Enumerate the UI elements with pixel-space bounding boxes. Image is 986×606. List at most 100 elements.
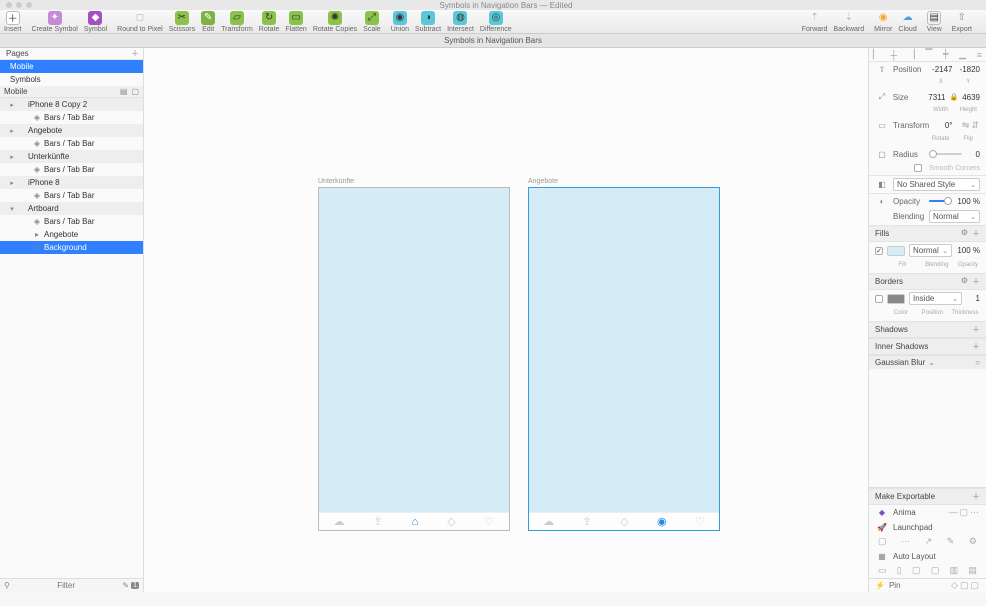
difference-button[interactable]: ◎ Difference	[480, 11, 512, 33]
page-item-symbols[interactable]: Symbols	[0, 73, 143, 86]
autolayout-row[interactable]: ▦Auto Layout	[869, 549, 986, 563]
blur-toggle-icon[interactable]: ○	[975, 358, 980, 367]
style-icon[interactable]: ◧	[875, 180, 889, 189]
border-settings-icon[interactable]: ⚙	[961, 276, 968, 287]
opacity-slider[interactable]	[929, 200, 952, 202]
layer-item[interactable]: ▭Background	[0, 241, 143, 254]
pin-row[interactable]: ⚡Pin◇▢▢	[869, 578, 986, 592]
layer-artboard[interactable]: ▸Unterkünfte	[0, 150, 143, 163]
layer-item[interactable]: ◈Bars / Tab Bar	[0, 189, 143, 202]
subtract-button[interactable]: ◑ Subtract	[415, 11, 441, 33]
layer-artboard[interactable]: ▸iPhone 8 Copy 2	[0, 98, 143, 111]
layer-item[interactable]: ◈Bars / Tab Bar	[0, 215, 143, 228]
layer-artboard[interactable]: ▸Angebote	[0, 124, 143, 137]
fill-blend-select[interactable]: Normal⌄	[909, 244, 952, 257]
tab-bar-item[interactable]: ◇	[620, 515, 628, 528]
flatten-button[interactable]: ▭ Flatten	[285, 11, 306, 33]
position-x-field[interactable]: -2147	[929, 65, 953, 74]
create-symbol-button[interactable]: ✦ Create Symbol	[32, 11, 78, 33]
lock-icon[interactable]: 🔒	[949, 93, 958, 101]
union-button[interactable]: ◉ Union	[391, 11, 409, 33]
layer-artboard[interactable]: ▾Artboard	[0, 202, 143, 215]
document-tab[interactable]: Symbols in Navigation Bars	[444, 36, 542, 45]
filter-input[interactable]	[10, 581, 123, 590]
fill-enabled-checkbox[interactable]	[875, 247, 883, 255]
blending-select[interactable]: Normal⌄	[929, 210, 980, 223]
scale-button[interactable]: ⤢ Scale	[363, 11, 381, 33]
canvas-artboard[interactable]: Unterkünfte ☁ ⇪ ⌂ ◇ ♡	[318, 178, 510, 531]
canvas[interactable]: Unterkünfte ☁ ⇪ ⌂ ◇ ♡ Angebote ☁ ⇪ ◇ ◉ ♡	[144, 48, 868, 592]
add-fill-icon[interactable]: ＋	[972, 228, 980, 239]
layer-item[interactable]: ◈Bars / Tab Bar	[0, 163, 143, 176]
tab-bar-item[interactable]: ◇	[447, 515, 455, 528]
traffic-lights[interactable]	[6, 2, 32, 8]
symbol-button[interactable]: ◆ Symbol	[84, 11, 107, 33]
artboard-label[interactable]: Unterkünfte	[318, 178, 510, 185]
mirror-button[interactable]: ◉ Mirror	[874, 11, 892, 33]
resize-icon[interactable]: ⤢	[875, 92, 889, 102]
fill-opacity-field[interactable]: 100 %	[956, 246, 980, 255]
tab-bar-item[interactable]: ⇪	[583, 515, 592, 528]
size-h-field[interactable]: 4639	[962, 93, 980, 102]
filter-pencil-icon[interactable]: ✎	[122, 581, 129, 590]
shared-style-select[interactable]: No Shared Style⌄	[893, 178, 980, 191]
position-y-field[interactable]: -1820	[957, 65, 981, 74]
size-w-field[interactable]: 7311	[928, 93, 945, 102]
opacity-field[interactable]: 100 %	[956, 197, 980, 206]
add-border-icon[interactable]: ＋	[972, 276, 980, 287]
edit-button[interactable]: ✎ Edit	[201, 11, 215, 33]
radius-slider[interactable]	[929, 153, 962, 155]
round-to-pixel-button[interactable]: ◻ Round to Pixel	[117, 11, 163, 33]
close-window-icon[interactable]	[6, 2, 12, 8]
add-page-icon[interactable]: ＋	[131, 48, 139, 59]
layer-item[interactable]: ▸Angebote	[0, 228, 143, 241]
launchpad-actions[interactable]: ▢⋯↗✎⚙	[869, 534, 986, 549]
add-inner-shadow-icon[interactable]: ＋	[972, 341, 980, 352]
opacity-icon[interactable]: ◐	[875, 197, 889, 206]
backward-button[interactable]: ⇣ Backward	[833, 11, 864, 33]
radius-icon[interactable]: ▢	[875, 150, 889, 159]
smooth-corners-checkbox[interactable]	[914, 164, 922, 172]
rotate-button[interactable]: ↻ Rotate	[259, 11, 280, 33]
tab-bar-item[interactable]: ◉	[657, 515, 667, 528]
page-item-mobile[interactable]: Mobile	[0, 60, 143, 73]
fill-settings-icon[interactable]: ⚙	[961, 228, 968, 239]
align-controls[interactable]: ▏┼▕ ▔┿▁ ≡	[869, 48, 986, 62]
border-color-swatch[interactable]	[887, 294, 905, 304]
list-view-icon[interactable]: ▤	[120, 87, 128, 96]
tab-bar-item[interactable]: ⌂	[412, 516, 419, 528]
border-thickness-field[interactable]: 1	[966, 294, 980, 303]
tab-bar-item[interactable]: ☁	[333, 515, 344, 528]
launchpad-row[interactable]: 🚀Launchpad	[869, 520, 986, 534]
add-export-icon[interactable]: ＋	[972, 491, 980, 502]
transform-button[interactable]: ▱ Transform	[221, 11, 253, 33]
insert-button[interactable]: ＋ Insert	[4, 11, 22, 33]
view-button[interactable]: ▤ View	[927, 11, 942, 33]
radius-field[interactable]: 0	[966, 150, 980, 159]
artboard-label[interactable]: Angebote	[528, 178, 720, 185]
border-enabled-checkbox[interactable]	[875, 295, 883, 303]
tab-bar-item[interactable]: ⇪	[373, 515, 382, 528]
layer-artboard[interactable]: ▸iPhone 8	[0, 176, 143, 189]
rotate-copies-button[interactable]: ✺ Rotate Copies	[313, 11, 357, 33]
border-position-select[interactable]: Inside⌄	[909, 292, 962, 305]
export-button[interactable]: ⇧ Export	[952, 11, 972, 33]
scissors-button[interactable]: ✂ Scissors	[169, 11, 195, 33]
layer-item[interactable]: ◈Bars / Tab Bar	[0, 137, 143, 150]
anima-row[interactable]: ◆Anima—▢⋯	[869, 505, 986, 520]
canvas-artboard[interactable]: Angebote☁⇪◇◉♡	[528, 178, 720, 531]
forward-button[interactable]: ⇡ Forward	[802, 11, 828, 33]
grid-view-icon[interactable]: ▢	[131, 87, 139, 96]
fill-color-swatch[interactable]	[887, 246, 905, 256]
cloud-button[interactable]: ☁ Cloud	[898, 11, 916, 33]
minimize-window-icon[interactable]	[16, 2, 22, 8]
autolayout-actions[interactable]: ▭▯▢▢▥▤	[869, 563, 986, 578]
tab-bar-item[interactable]: ♡	[695, 515, 705, 528]
export-icon[interactable]: ⇧	[875, 65, 889, 74]
layer-item[interactable]: ◈Bars / Tab Bar	[0, 111, 143, 124]
tab-bar-item[interactable]: ♡	[485, 515, 495, 528]
transform-icon[interactable]: ▭	[875, 121, 889, 130]
flip-v-icon[interactable]: ⇵	[971, 120, 979, 130]
rotate-field[interactable]: 0°	[929, 121, 953, 130]
add-shadow-icon[interactable]: ＋	[972, 324, 980, 335]
